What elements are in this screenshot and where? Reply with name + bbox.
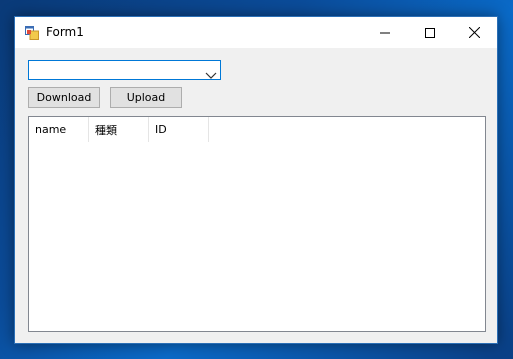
window-title: Form1 [46,25,84,39]
maximize-icon [424,23,435,42]
close-icon [468,23,481,42]
close-button[interactable] [452,17,497,48]
app-window: Form1 Download Upload name 種類 ID [14,16,498,344]
minimize-icon [379,23,390,42]
title-bar[interactable]: Form1 [15,17,497,48]
maximize-button[interactable] [407,17,452,48]
column-header-name[interactable]: name [29,117,89,142]
list-view[interactable]: name 種類 ID [28,116,486,332]
minimize-button[interactable] [362,17,407,48]
winforms-app-icon [25,25,39,40]
upload-button[interactable]: Upload [110,87,182,108]
chevron-down-icon[interactable] [205,65,217,79]
combo-box[interactable] [28,60,221,80]
column-header-type[interactable]: 種類 [89,117,149,142]
download-button[interactable]: Download [28,87,100,108]
column-header-id[interactable]: ID [149,117,209,142]
